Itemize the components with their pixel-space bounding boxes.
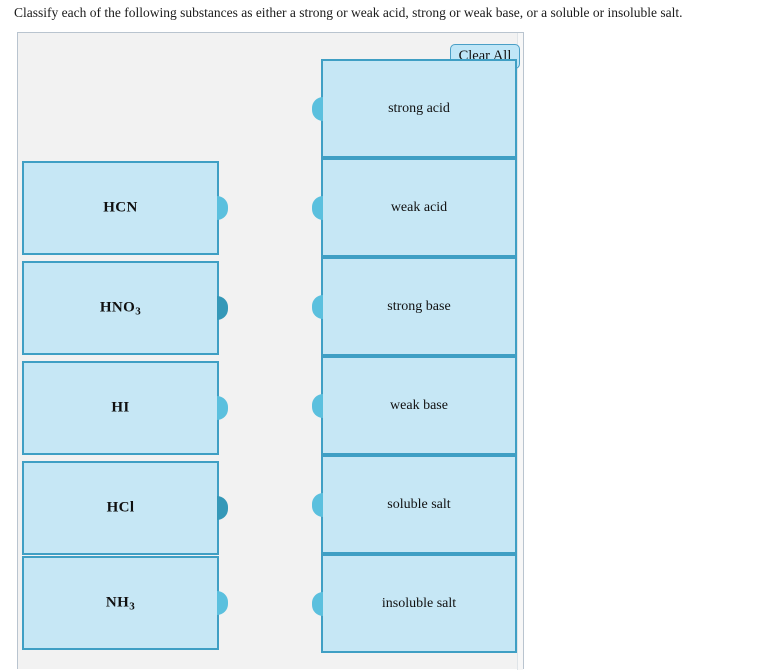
- drop-socket-nub-icon[interactable]: [312, 96, 323, 121]
- drag-handle-nub-icon[interactable]: [217, 396, 228, 420]
- dropzone-label: weak acid: [390, 199, 448, 215]
- substance-tile-hcn[interactable]: HCN: [22, 161, 228, 255]
- dropzone-label: insoluble salt: [381, 595, 457, 611]
- dropzone-soluble-salt[interactable]: soluble salt: [312, 455, 517, 554]
- substance-tile-label: HCl: [106, 499, 135, 516]
- substance-tile-hno3[interactable]: HNO3: [22, 261, 228, 355]
- substance-tile-label: HCN: [103, 199, 138, 216]
- drop-socket-nub-icon[interactable]: [312, 294, 323, 319]
- drop-socket-nub-icon[interactable]: [312, 393, 323, 418]
- dropzone-label: strong acid: [388, 100, 450, 116]
- substance-tile-nh3[interactable]: NH3: [22, 556, 228, 650]
- drop-socket-nub-icon[interactable]: [312, 195, 323, 220]
- drop-socket-nub-icon[interactable]: [312, 492, 323, 517]
- classification-activity-panel: Clear All HCN HNO3 HI HCl NH3 strong acid wea…: [17, 32, 524, 670]
- substance-tile-hi[interactable]: HI: [22, 361, 228, 455]
- drag-handle-nub-icon[interactable]: [217, 496, 228, 520]
- drag-handle-nub-icon[interactable]: [217, 591, 228, 615]
- dropzone-strong-base[interactable]: strong base: [312, 257, 517, 356]
- dropzone-insoluble-salt[interactable]: insoluble salt: [312, 554, 517, 653]
- dropzone-strong-acid[interactable]: strong acid: [312, 59, 517, 158]
- dropzone-weak-acid[interactable]: weak acid: [312, 158, 517, 257]
- substance-formula-subscript: 3: [129, 600, 136, 613]
- dropzone-label: strong base: [387, 298, 451, 314]
- substance-formula-subscript: 3: [135, 305, 142, 318]
- substance-tile-hcl[interactable]: HCl: [22, 461, 228, 555]
- substance-tile-label: HNO3: [99, 299, 142, 318]
- dropzone-label: soluble salt: [387, 496, 451, 512]
- panel-scroll-gutter[interactable]: [517, 33, 523, 670]
- drag-handle-nub-icon[interactable]: [217, 196, 228, 220]
- dropzone-weak-base[interactable]: weak base: [312, 356, 517, 455]
- question-prompt: Classify each of the following substance…: [14, 5, 683, 20]
- drop-socket-nub-icon[interactable]: [312, 591, 323, 616]
- dropzone-label: weak base: [390, 397, 448, 413]
- drag-handle-nub-icon[interactable]: [217, 296, 228, 320]
- substance-tile-label: NH3: [105, 594, 136, 613]
- substance-tile-label: HI: [111, 399, 130, 416]
